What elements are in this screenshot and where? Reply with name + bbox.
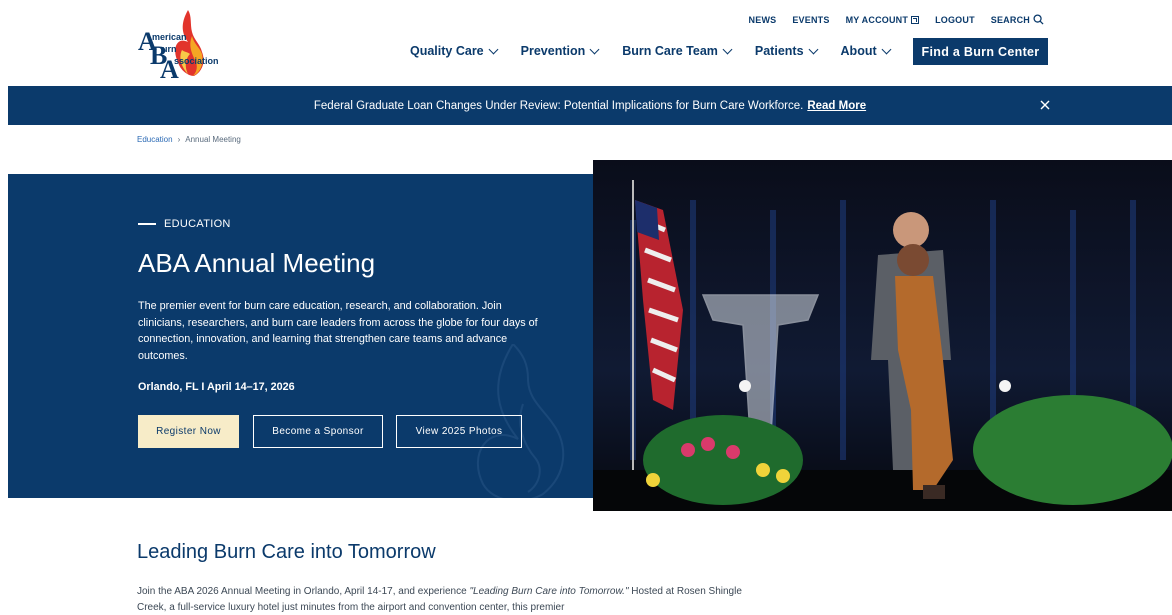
breadcrumb-education-link[interactable]: Education [137, 135, 173, 144]
util-my-account-link[interactable]: MY ACCOUNT [846, 14, 920, 25]
become-sponsor-button[interactable]: Become a Sponsor [253, 415, 383, 448]
banner-text: Federal Graduate Loan Changes Under Revi… [313, 99, 804, 112]
eyebrow-dash [138, 223, 156, 225]
nav-burn-care-team[interactable]: Burn Care Team [622, 44, 733, 58]
logo-word-american: merican [152, 32, 187, 42]
view-photos-button[interactable]: View 2025 Photos [396, 415, 522, 448]
nav-prevention[interactable]: Prevention [520, 44, 600, 58]
nav-burn-care-team-label: Burn Care Team [622, 44, 718, 58]
util-logout-link[interactable]: LOGOUT [935, 14, 975, 25]
search-icon [1033, 14, 1044, 25]
section-title: Leading Burn Care into Tomorrow [137, 541, 436, 563]
hero-eyebrow: EDUCATION [138, 218, 231, 230]
nav-patients-label: Patients [754, 44, 804, 58]
section-body: Join the ABA 2026 Annual Meeting in Orla… [137, 584, 747, 615]
util-events-link[interactable]: EVENTS [792, 14, 829, 25]
section-body-theme: "Leading Burn Care into Tomorrow." [469, 586, 629, 597]
external-link-icon [911, 15, 920, 24]
util-events-label: EVENTS [792, 14, 830, 25]
register-now-button[interactable]: Register Now [138, 415, 239, 448]
hero-photo [593, 160, 1172, 511]
aba-logo[interactable]: A B A merican urn ssociation [136, 6, 236, 84]
util-search-link[interactable]: SEARCH [991, 14, 1044, 25]
util-my-account-label: MY ACCOUNT [845, 14, 909, 25]
hero-panel: EDUCATION ABA Annual Meeting The premier… [8, 174, 594, 498]
eyebrow-label: EDUCATION [164, 218, 231, 230]
event-location-date: Orlando, FL I April 14–17, 2026 [138, 381, 295, 393]
util-logout-label: LOGOUT [935, 14, 975, 25]
find-burn-center-button[interactable]: Find a Burn Center [913, 38, 1048, 65]
alert-banner: Federal Graduate Loan Changes Under Revi… [8, 86, 1172, 125]
breadcrumb-separator: › [177, 135, 181, 144]
nav-quality-care[interactable]: Quality Care [410, 44, 499, 58]
hero-description: The premier event for burn care educatio… [138, 300, 538, 362]
chevron-down-icon [589, 44, 600, 54]
banner-read-more-link[interactable]: Read More [807, 100, 866, 112]
logo-word-burn: urn [162, 44, 177, 54]
section-body-start: Join the ABA 2026 Annual Meeting in Orla… [137, 586, 470, 597]
util-news-link[interactable]: NEWS [749, 14, 777, 25]
util-search-label: SEARCH [990, 14, 1030, 25]
util-news-label: NEWS [748, 14, 777, 25]
chevron-down-icon [488, 44, 499, 54]
nav-quality-care-label: Quality Care [410, 44, 484, 58]
nav-about-label: About [840, 44, 877, 58]
chevron-down-icon [881, 44, 892, 54]
logo-word-association: ssociation [174, 56, 219, 66]
nav-patients[interactable]: Patients [754, 44, 818, 58]
breadcrumb-current: Annual Meeting [185, 135, 241, 144]
page-title: ABA Annual Meeting [138, 248, 376, 278]
nav-about[interactable]: About [840, 44, 892, 58]
breadcrumb: Education › Annual Meeting [137, 135, 241, 144]
main-nav: Quality Care Prevention Burn Care Team P… [410, 44, 892, 58]
utility-nav: NEWS EVENTS MY ACCOUNT LOGOUT SEARCH [749, 14, 1044, 25]
close-icon[interactable] [1038, 98, 1052, 112]
nav-prevention-label: Prevention [520, 44, 586, 58]
site-header: A B A merican urn ssociation NEWS EVENTS… [0, 0, 1172, 86]
chevron-down-icon [808, 44, 818, 54]
chevron-down-icon [722, 44, 733, 54]
